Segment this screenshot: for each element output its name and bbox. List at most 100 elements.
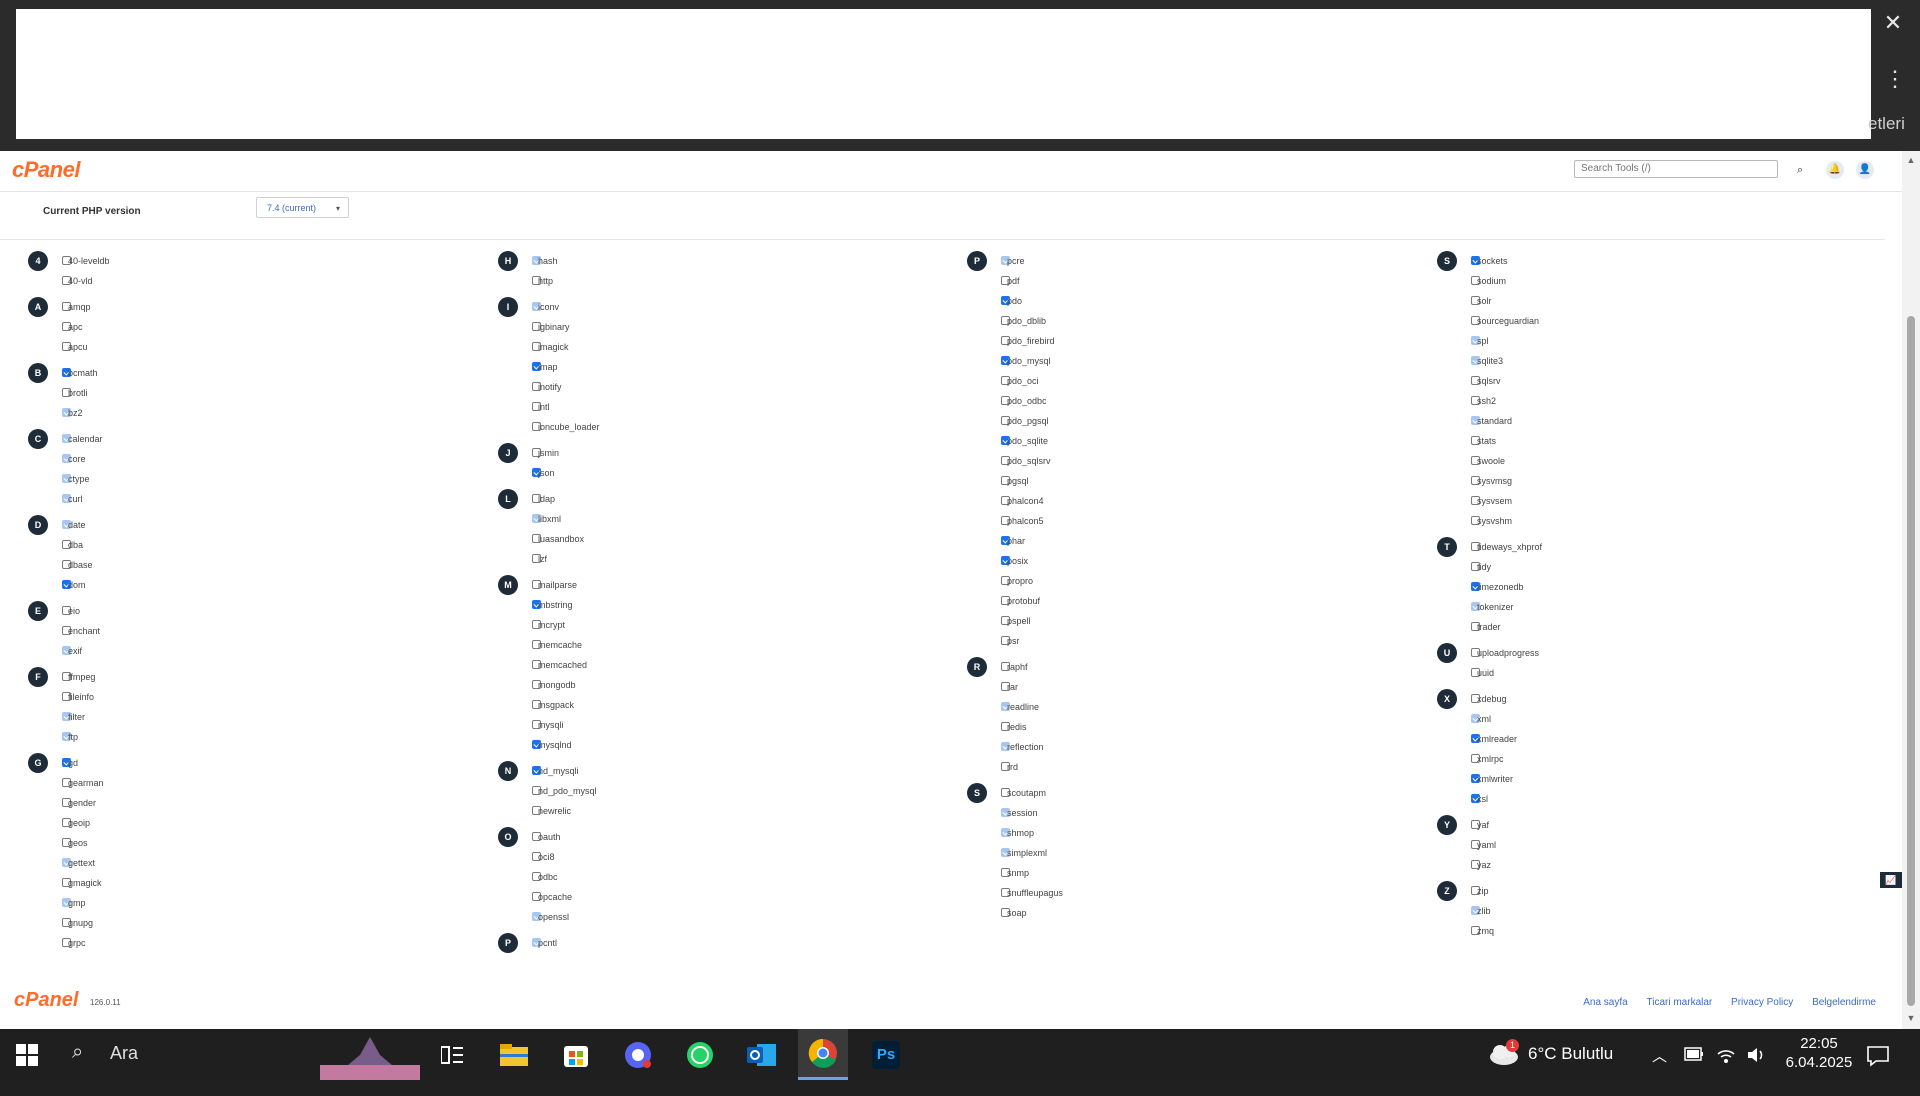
bell-icon[interactable]: 🔔 — [1826, 161, 1844, 179]
extension-group: Fffmpeg fileinfo filter ftp — [28, 667, 428, 747]
extension-label: pdo_firebird — [1007, 336, 1055, 346]
extension-item: newrelic — [498, 801, 898, 821]
extension-label: solr — [1477, 296, 1492, 306]
extension-group: Ssockets sodium solr sourceguardian spl sqlit… — [1437, 251, 1837, 531]
extension-label: pdo_oci — [1007, 376, 1039, 386]
cpanel-footer: cPanel 126.0.11 Ana sayfa Ticari markala… — [0, 979, 1902, 1019]
extension-item: shmop — [967, 823, 1367, 843]
extension-label: timezonedb — [1477, 582, 1524, 592]
search-tools-input[interactable] — [1574, 160, 1778, 178]
extension-item: apcu — [28, 337, 428, 357]
footer-link-docs[interactable]: Belgelendirme — [1812, 997, 1876, 1008]
extension-item: pdo_dblib — [967, 311, 1367, 331]
extension-label: ctype — [68, 474, 90, 484]
chrome-icon[interactable] — [798, 1029, 848, 1080]
extension-label: rrd — [1007, 762, 1018, 772]
extension-item: mailparse — [498, 575, 898, 595]
extension-item: xdebug — [1437, 689, 1837, 709]
extension-item: snuffleupagus — [967, 883, 1367, 903]
scroll-up-icon[interactable]: ▲ — [1906, 155, 1916, 165]
extension-item: xmlreader — [1437, 729, 1837, 749]
extension-label: sockets — [1477, 256, 1508, 266]
outlook-icon[interactable] — [742, 1037, 782, 1073]
page-scrollbar[interactable]: ▲ ▼ — [1902, 151, 1920, 1029]
extension-item: pcntl — [498, 933, 898, 953]
extension-label: ioncube_loader — [538, 422, 600, 432]
extension-group: Hhash http — [498, 251, 898, 291]
extension-label: standard — [1477, 416, 1513, 426]
extension-label: http — [538, 276, 554, 286]
extension-label: sqlsrv — [1477, 376, 1501, 386]
extension-item: sockets — [1437, 251, 1837, 271]
clock[interactable]: 22:05 6.04.2025 — [1778, 1029, 1860, 1080]
extension-item: json — [498, 463, 898, 483]
extension-label: redis — [1007, 722, 1027, 732]
user-icon[interactable]: 👤 — [1856, 161, 1874, 179]
footer-link-trademarks[interactable]: Ticari markalar — [1647, 997, 1713, 1008]
extension-item: xmlrpc — [1437, 749, 1837, 769]
extension-group: Sscoutapm session shmop simplexml snmp snuffl… — [967, 783, 1367, 923]
extension-item: ffmpeg — [28, 667, 428, 687]
file-explorer-icon[interactable] — [494, 1037, 534, 1073]
wifi-icon[interactable] — [1716, 1043, 1736, 1094]
extension-item: rrd — [967, 757, 1367, 777]
extension-label: pdo_sqlsrv — [1007, 456, 1051, 466]
search-icon[interactable]: ⌕ — [1797, 164, 1803, 177]
extension-item: inotify — [498, 377, 898, 397]
extension-group: Ppcre pdf pdo pdo_dblib pdo_firebird pdo_mysq… — [967, 251, 1367, 651]
weather-text: 6°C Bulutlu — [1528, 1044, 1614, 1063]
extension-label: geoip — [68, 818, 91, 828]
extension-item: ftp — [28, 727, 428, 747]
kebab-menu-icon[interactable]: ⋮ — [1884, 64, 1906, 94]
scroll-down-icon[interactable]: ▼ — [1906, 1013, 1916, 1023]
volume-icon[interactable] — [1746, 1043, 1766, 1094]
extension-item: pdo_firebird — [967, 331, 1367, 351]
extension-item: lzf — [498, 549, 898, 569]
microsoft-store-icon[interactable] — [556, 1037, 596, 1073]
php-version-select[interactable]: 7.4 (current) ▾ — [256, 197, 349, 218]
extension-item: pdo_sqlsrv — [967, 451, 1367, 471]
extension-label: pspell — [1007, 616, 1031, 626]
extension-group: Bbcmath brotli bz2 — [28, 363, 428, 423]
whatsapp-icon[interactable] — [680, 1037, 720, 1073]
extension-group: Lldap libxml luasandbox lzf — [498, 489, 898, 569]
extension-group: Iiconv igbinary imagick imap inotify intl ionc… — [498, 297, 898, 437]
task-view-icon[interactable] — [432, 1037, 472, 1073]
extension-item: redis — [967, 717, 1367, 737]
app-icon[interactable] — [618, 1037, 658, 1073]
notifications-icon[interactable] — [1866, 1043, 1890, 1094]
extension-label: memcache — [538, 640, 583, 650]
taskbar-search[interactable]: ⌕ Ara — [60, 1029, 420, 1080]
extension-label: oauth — [538, 832, 561, 842]
extension-item: standard — [1437, 411, 1837, 431]
cpanel-logo[interactable]: cPanel — [12, 157, 80, 183]
battery-icon[interactable] — [1684, 1043, 1704, 1094]
chevron-up-icon[interactable]: ︿ — [1652, 1045, 1667, 1096]
extension-label: pdo — [1007, 296, 1023, 306]
footer-link-privacy[interactable]: Privacy Policy — [1731, 997, 1793, 1008]
windows-start-icon[interactable] — [15, 1043, 39, 1067]
extension-item: opcache — [498, 887, 898, 907]
extension-label: amqp — [68, 302, 91, 312]
extension-label: openssl — [538, 912, 570, 922]
footer-link-home[interactable]: Ana sayfa — [1583, 997, 1627, 1008]
extension-item: uuid — [1437, 663, 1837, 683]
overlay-panel — [16, 9, 1871, 139]
extension-item: mcrypt — [498, 615, 898, 635]
extension-label: spl — [1477, 336, 1489, 346]
close-icon[interactable]: ✕ — [1880, 8, 1906, 38]
extension-label: intl — [538, 402, 550, 412]
extension-label: shmop — [1007, 828, 1035, 838]
extension-item: grpc — [28, 933, 428, 953]
extension-label: igbinary — [538, 322, 570, 332]
extension-item: gmagick — [28, 873, 428, 893]
extension-label: snuffleupagus — [1007, 888, 1063, 898]
extension-item: mysqlnd — [498, 735, 898, 755]
weather-badge: 1 — [1506, 1039, 1519, 1052]
photoshop-icon[interactable]: Ps — [866, 1037, 906, 1073]
side-chart-icon[interactable]: 📈 — [1880, 872, 1902, 888]
photoshop-label: Ps — [872, 1041, 900, 1069]
extension-label: curl — [68, 494, 83, 504]
scroll-thumb[interactable] — [1907, 316, 1915, 1006]
cpanel-topbar: cPanel ⌕ 🔔 👤 — [0, 151, 1902, 192]
